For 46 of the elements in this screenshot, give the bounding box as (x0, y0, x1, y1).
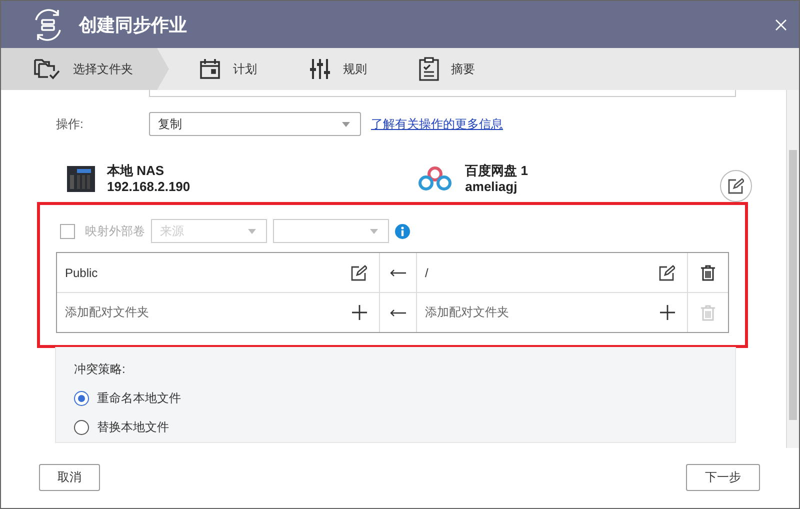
clipboard-icon (419, 57, 439, 81)
step-tab[interactable]: 计划 (169, 48, 279, 90)
calendar-icon (199, 58, 221, 80)
scrollbar[interactable] (786, 90, 799, 448)
help-link[interactable]: 了解有关操作的更多信息 (371, 116, 503, 132)
edit-icon[interactable] (659, 264, 675, 280)
trash-icon[interactable] (701, 264, 715, 280)
edit-button[interactable] (720, 170, 752, 202)
info-icon[interactable] (395, 224, 410, 238)
arrow-icon (390, 268, 406, 276)
sliders-icon (309, 58, 331, 80)
remote-account: ameliagj (465, 179, 518, 195)
next-button[interactable]: 下一步 (686, 464, 760, 490)
folders-icon (33, 57, 61, 81)
plus-icon[interactable] (352, 305, 367, 320)
radio-label: 替换本地文件 (97, 419, 169, 436)
window-title: 创建同步作业 (79, 14, 188, 36)
operation-select[interactable]: 复制 (149, 112, 361, 136)
local-address: 192.168.2.190 (107, 179, 190, 195)
cloud-logo-icon (417, 166, 454, 192)
step-tab[interactable]: 规则 (279, 48, 389, 90)
close-icon[interactable] (775, 18, 787, 30)
radio-button[interactable] (74, 391, 89, 406)
local-folder: Public (65, 266, 98, 280)
caret-icon (342, 122, 350, 126)
arrow-icon (390, 308, 406, 316)
remote-name: 百度网盘 1 (465, 163, 528, 179)
conflict-label: 冲突策略: (74, 362, 126, 376)
edit-icon[interactable] (728, 178, 744, 194)
radio-label: 重命名本地文件 (97, 390, 181, 407)
nas-device-icon (67, 166, 95, 192)
operation-label: 操作: (56, 116, 84, 132)
step-tab[interactable]: 选择文件夹 (1, 48, 169, 90)
remote-folder: / (425, 266, 428, 280)
folder-input-field[interactable]: 添加配对文件夹 (57, 293, 379, 332)
folder-input-field[interactable]: 添加配对文件夹 (417, 293, 688, 332)
caret-icon (370, 228, 378, 234)
checkbox-label: 映射外部卷 (85, 222, 145, 240)
local-name: 本地 NAS (107, 163, 166, 179)
step-tab[interactable]: 摘要 (389, 48, 497, 90)
caret-icon (248, 228, 256, 234)
plus-icon[interactable] (660, 305, 675, 320)
cancel-button[interactable]: 取消 (39, 464, 100, 490)
radio-button[interactable] (74, 420, 89, 435)
input-field[interactable] (149, 90, 736, 97)
edit-icon[interactable] (351, 264, 367, 280)
